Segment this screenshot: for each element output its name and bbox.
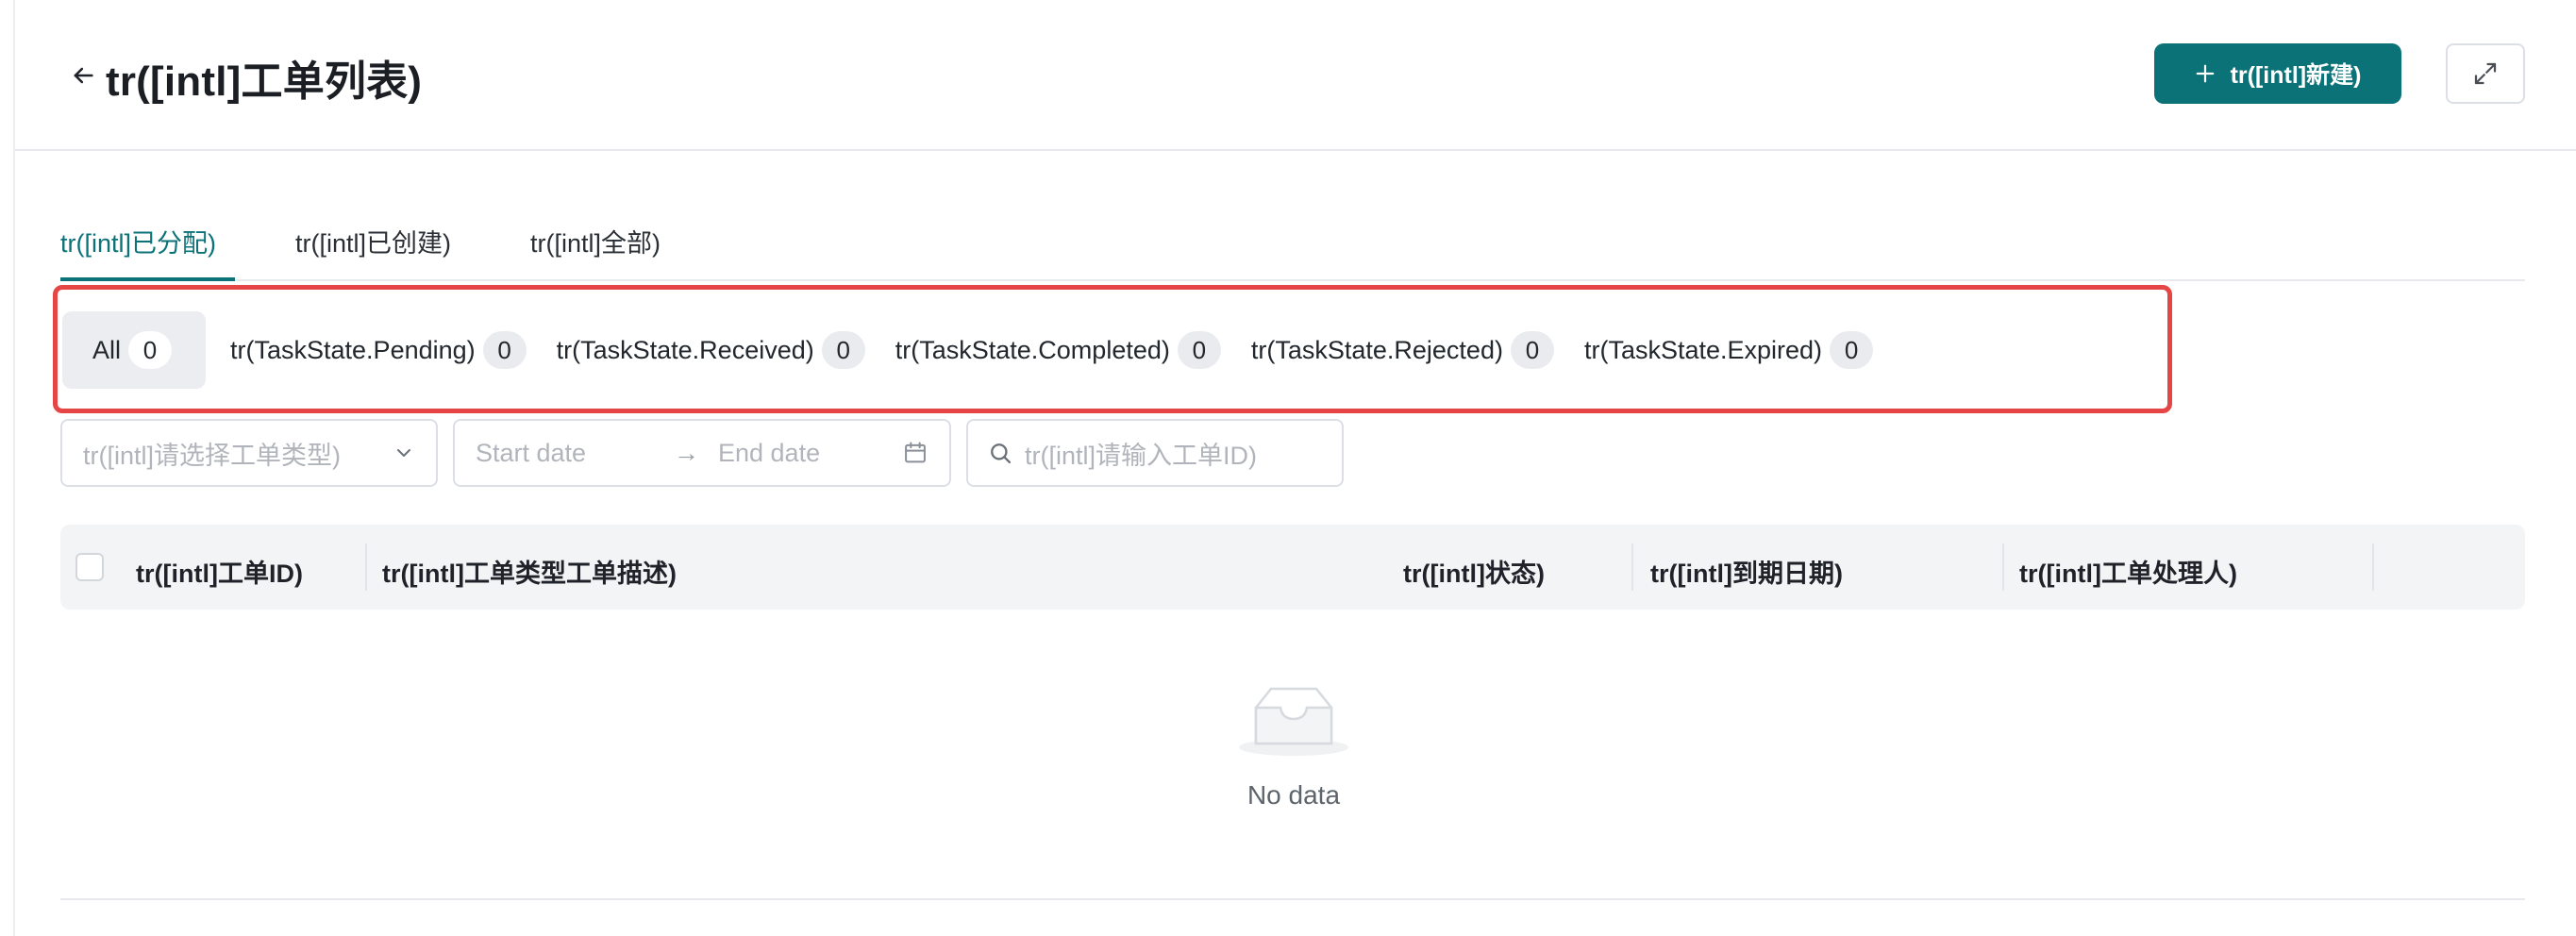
state-chip-received[interactable]: tr(TaskState.Received) 0: [557, 311, 895, 389]
state-chip-label: tr(TaskState.Completed): [895, 335, 1170, 364]
state-chip-label: tr(TaskState.Pending): [230, 335, 476, 364]
page-header: tr([intl]工单列表) tr([intl]新建): [15, 0, 2576, 151]
date-range-picker[interactable]: Start date → End date: [453, 419, 951, 487]
column-divider: [1631, 543, 1633, 591]
end-date-input[interactable]: End date: [718, 439, 902, 468]
column-header-type-description[interactable]: tr([intl]工单类型工单描述): [382, 553, 677, 590]
count-badge: 0: [1510, 331, 1554, 369]
search-placeholder: tr([intl]请输入工单ID): [1025, 441, 1257, 470]
plus-icon: [2196, 64, 2214, 83]
state-chip-expired[interactable]: tr(TaskState.Expired) 0: [1584, 311, 1903, 389]
state-chip-pending[interactable]: tr(TaskState.Pending) 0: [206, 311, 557, 389]
calendar-icon: [905, 442, 926, 463]
state-chip-label: tr(TaskState.Expired): [1583, 335, 1823, 364]
ticket-type-placeholder: tr([intl]请选择工单类型): [83, 441, 341, 470]
empty-inbox-icon: [1239, 687, 1348, 756]
expand-icon: [2474, 62, 2497, 85]
search-icon: [991, 443, 1012, 464]
state-chip-label: All: [92, 335, 122, 364]
tab-created[interactable]: tr([intl]已创建): [295, 223, 451, 259]
empty-message: No data: [1246, 780, 1341, 810]
table-header: tr([intl]工单ID) tr([intl]工单类型工单描述) tr([in…: [60, 525, 2525, 610]
column-header-due-date[interactable]: tr([intl]到期日期): [1650, 553, 1843, 590]
count-badge: 0: [821, 331, 865, 369]
chevron-down-icon: [397, 449, 410, 457]
state-filter-bar: All 0 tr(TaskState.Pending) 0 tr(TaskSta…: [62, 311, 1903, 389]
ticket-type-select[interactable]: tr([intl]请选择工单类型): [60, 419, 438, 487]
column-divider: [2002, 543, 2004, 591]
state-chip-label: tr(TaskState.Rejected): [1250, 335, 1503, 364]
count-badge: 0: [1830, 331, 1874, 369]
state-chip-all[interactable]: All 0: [62, 311, 207, 389]
ticket-id-search[interactable]: tr([intl]请输入工单ID): [966, 419, 1344, 487]
back-button[interactable]: [62, 55, 104, 96]
active-tab-indicator: [60, 277, 235, 281]
page-title: tr([intl]工单列表): [106, 58, 423, 105]
fullscreen-button[interactable]: [2446, 43, 2525, 104]
tab-assigned[interactable]: tr([intl]已分配): [60, 223, 216, 259]
state-chip-completed[interactable]: tr(TaskState.Completed) 0: [895, 311, 1251, 389]
count-badge: 0: [128, 331, 173, 369]
new-button[interactable]: tr([intl]新建): [2154, 43, 2401, 104]
count-badge: 0: [1177, 331, 1221, 369]
start-date-input[interactable]: Start date: [476, 439, 664, 468]
column-header-status[interactable]: tr([intl]状态): [1403, 553, 1545, 590]
column-header-ticket-id[interactable]: tr([intl]工单ID): [136, 553, 303, 590]
count-badge: 0: [482, 331, 527, 369]
table-bottom-divider: [60, 898, 2525, 900]
column-divider: [2372, 543, 2374, 591]
column-divider: [365, 543, 367, 591]
ticket-tabs: tr([intl]已分配) tr([intl]已创建) tr([intl]全部): [60, 208, 2525, 281]
select-all-checkbox[interactable]: [75, 553, 104, 581]
state-chip-rejected[interactable]: tr(TaskState.Rejected) 0: [1251, 311, 1584, 389]
new-button-label: tr([intl]新建): [2230, 62, 2362, 89]
tab-all[interactable]: tr([intl]全部): [530, 223, 661, 259]
date-range-separator: →: [674, 438, 699, 467]
state-chip-label: tr(TaskState.Received): [556, 335, 814, 364]
column-header-assignee[interactable]: tr([intl]工单处理人): [2019, 553, 2237, 590]
empty-state: No data: [1185, 676, 1402, 811]
arrow-left-icon: [74, 67, 93, 84]
